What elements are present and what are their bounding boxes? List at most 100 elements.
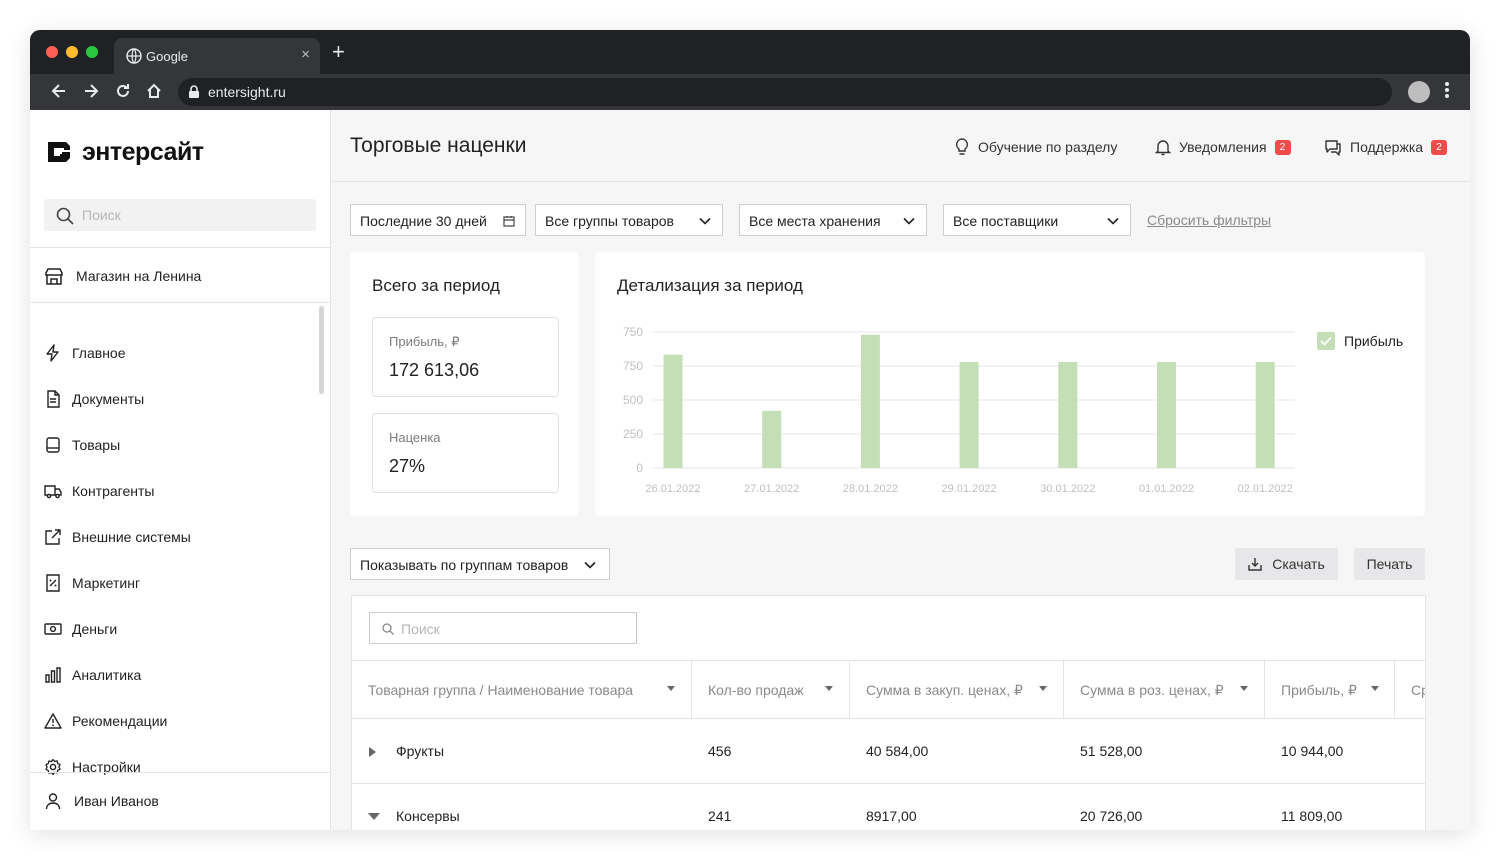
- truck-icon: [44, 485, 62, 499]
- learn-link[interactable]: Обучение по разделу: [954, 138, 1117, 156]
- cell-retail: 51 528,00: [1080, 743, 1143, 759]
- column-header-qty[interactable]: Кол-во продаж: [692, 661, 850, 719]
- print-button[interactable]: Печать: [1354, 548, 1425, 580]
- close-window-dot[interactable]: [46, 46, 58, 58]
- group-display-select[interactable]: Показывать по группам товаров: [350, 548, 610, 580]
- sort-caret-icon[interactable]: [667, 686, 675, 691]
- sidebar-item-label: Контрагенты: [72, 483, 155, 499]
- table-row[interactable]: Фрукты 456 40 584,00 51 528,00 10 944,00: [352, 719, 1425, 784]
- table-header: Товарная группа / Наименование товара Ко…: [352, 660, 1425, 719]
- notifications-label: Уведомления: [1179, 139, 1267, 155]
- chart-bar[interactable]: [663, 354, 683, 468]
- sidebar-item-analytics[interactable]: Аналитика: [44, 652, 314, 698]
- sidebar-item-label: Деньги: [72, 621, 118, 637]
- column-header-profit[interactable]: Прибыль, ₽: [1265, 661, 1395, 719]
- download-label: Скачать: [1272, 556, 1325, 572]
- address-bar[interactable]: entersight.ru: [178, 78, 1392, 106]
- sidebar-item-external-systems[interactable]: Внешние системы: [44, 514, 314, 560]
- groups-filter-value: Все группы товаров: [545, 213, 674, 229]
- chart-bar[interactable]: [762, 410, 782, 468]
- sidebar-item-main[interactable]: Главное: [44, 330, 314, 376]
- profit-label: Прибыль, ₽: [389, 334, 460, 349]
- column-label: Сумма в роз. ценах, ₽: [1080, 682, 1224, 698]
- sidebar-item-contractors[interactable]: Контрагенты: [44, 468, 314, 514]
- sidebar-item-marketing[interactable]: Маркетинг: [44, 560, 314, 606]
- column-header-purchase[interactable]: Сумма в закуп. ценах, ₽: [850, 661, 1064, 719]
- legend-label: Прибыль: [1344, 333, 1404, 349]
- period-filter-value: Последние 30 дней: [360, 213, 487, 229]
- calendar-icon: [503, 216, 515, 227]
- forward-icon[interactable]: [82, 82, 100, 100]
- download-button[interactable]: Скачать: [1235, 548, 1338, 580]
- sidebar-item-recommendations[interactable]: Рекомендации: [44, 698, 314, 744]
- logo[interactable]: энтерсайт: [44, 136, 204, 168]
- sort-caret-icon[interactable]: [1240, 686, 1248, 691]
- logo-icon: [48, 142, 70, 162]
- sort-caret-icon[interactable]: [1039, 686, 1047, 691]
- user-profile[interactable]: Иван Иванов: [44, 792, 159, 810]
- globe-icon: [126, 48, 142, 64]
- home-icon[interactable]: [145, 82, 163, 100]
- reload-icon[interactable]: [114, 82, 132, 100]
- sort-caret-icon[interactable]: [825, 686, 833, 691]
- chart-bar[interactable]: [1255, 361, 1275, 468]
- groups-filter[interactable]: Все группы товаров: [535, 204, 723, 236]
- suppliers-filter[interactable]: Все поставщики: [943, 204, 1131, 236]
- column-header-name[interactable]: Товарная группа / Наименование товара: [352, 661, 692, 719]
- sidebar-item-documents[interactable]: Документы: [44, 376, 314, 422]
- sidebar-item-money[interactable]: Деньги: [44, 606, 314, 652]
- tab-close-icon[interactable]: ×: [301, 46, 310, 63]
- money-icon: [44, 623, 62, 635]
- chart-bar[interactable]: [1058, 361, 1078, 468]
- markup-value: 27%: [389, 456, 426, 476]
- logo-text: энтерсайт: [82, 137, 204, 166]
- browser-tab[interactable]: Google ×: [114, 38, 320, 74]
- search-icon: [382, 623, 394, 635]
- check-icon: [1320, 336, 1332, 346]
- x-tick-label: 30.01.2022: [1040, 483, 1095, 495]
- sidebar-item-label: Маркетинг: [72, 575, 141, 591]
- chart-bar[interactable]: [860, 334, 880, 468]
- print-label: Печать: [1366, 556, 1413, 572]
- group-display-value: Показывать по группам товаров: [360, 557, 569, 573]
- table-row[interactable]: Консервы 241 8917,00 20 726,00 11 809,00: [352, 784, 1425, 830]
- cell-profit: 10 944,00: [1281, 743, 1344, 759]
- sidebar-search-input[interactable]: Поиск: [44, 199, 316, 231]
- back-icon[interactable]: [50, 82, 68, 100]
- markup-label: Наценка: [389, 430, 441, 445]
- column-header-retail[interactable]: Сумма в роз. ценах, ₽: [1064, 661, 1265, 719]
- lightning-icon: [46, 344, 59, 362]
- sort-caret-icon[interactable]: [1371, 686, 1379, 691]
- chart-bar[interactable]: [959, 361, 979, 468]
- minimize-window-dot[interactable]: [66, 46, 78, 58]
- table-search-input[interactable]: Поиск: [369, 612, 637, 644]
- sidebar-scrollbar[interactable]: [319, 306, 324, 394]
- profile-avatar[interactable]: [1408, 81, 1430, 103]
- gear-icon: [45, 758, 61, 776]
- sidebar-item-label: Главное: [72, 345, 126, 361]
- suppliers-filter-value: Все поставщики: [953, 213, 1059, 229]
- legend-checkbox[interactable]: [1317, 332, 1335, 350]
- chart-bar[interactable]: [1157, 361, 1176, 468]
- expand-row-icon[interactable]: [369, 747, 376, 757]
- store-selector[interactable]: Магазин на Ленина: [44, 266, 201, 286]
- support-link[interactable]: Поддержка 2: [1324, 138, 1448, 156]
- period-filter[interactable]: Последние 30 дней: [350, 204, 526, 236]
- notifications-link[interactable]: Уведомления 2: [1155, 138, 1291, 156]
- new-tab-button[interactable]: +: [332, 40, 345, 64]
- storage-filter[interactable]: Все места хранения: [739, 204, 927, 236]
- column-label: Ср: [1411, 682, 1425, 698]
- bar-chart: 0 250 500 750 750 26.01.2022 27.01.2022 28.01.2…: [623, 325, 1295, 495]
- collapse-row-icon[interactable]: [368, 813, 380, 820]
- column-header-avg[interactable]: Ср: [1395, 661, 1425, 719]
- chart-legend[interactable]: Прибыль: [1317, 332, 1403, 350]
- reset-filters-link[interactable]: Сбросить фильтры: [1147, 212, 1271, 228]
- sidebar-item-settings[interactable]: Настройки: [44, 744, 314, 790]
- browser-tab-strip: Google × +: [30, 30, 1470, 74]
- sidebar-item-products[interactable]: Товары: [44, 422, 314, 468]
- support-label: Поддержка: [1350, 139, 1424, 155]
- y-tick-label: 750: [623, 359, 643, 373]
- maximize-window-dot[interactable]: [86, 46, 98, 58]
- more-menu-icon[interactable]: [1444, 80, 1450, 100]
- profit-stat: Прибыль, ₽ 172 613,06: [372, 317, 559, 397]
